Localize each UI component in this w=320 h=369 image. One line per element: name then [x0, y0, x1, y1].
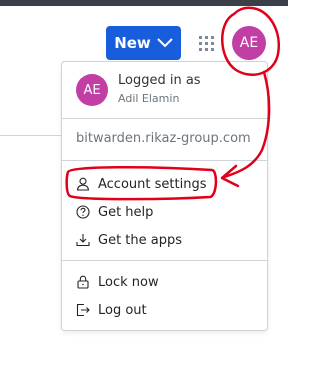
- get-help-label: Get help: [98, 204, 154, 220]
- person-icon: [76, 177, 90, 191]
- top-bar: [0, 0, 288, 6]
- logged-in-label: Logged in as: [118, 73, 201, 88]
- sign-out-icon: [76, 303, 90, 317]
- lock-icon: [77, 275, 89, 289]
- chevron-down-icon: [157, 38, 173, 48]
- get-the-apps-item[interactable]: Get the apps: [76, 229, 182, 251]
- server-url: bitwarden.rikaz-group.com: [76, 131, 251, 146]
- lock-now-label: Lock now: [98, 274, 159, 290]
- account-settings-item[interactable]: Account settings: [76, 173, 206, 195]
- menu-divider: [62, 260, 267, 261]
- lock-now-item[interactable]: Lock now: [76, 271, 159, 293]
- product-switcher-icon[interactable]: [199, 36, 215, 52]
- background-divider: [0, 135, 62, 136]
- log-out-item[interactable]: Log out: [76, 299, 147, 321]
- new-button[interactable]: New: [106, 26, 181, 60]
- menu-divider: [62, 160, 267, 161]
- get-help-item[interactable]: Get help: [76, 201, 153, 223]
- download-icon: [76, 234, 90, 247]
- get-the-apps-label: Get the apps: [98, 232, 183, 248]
- menu-divider: [62, 118, 267, 119]
- user-name: Adil Elamin: [118, 92, 180, 105]
- account-settings-label: Account settings: [98, 176, 207, 192]
- new-button-label: New: [114, 34, 151, 52]
- account-dropdown-menu: AE Logged in as Adil Elamin bitwarden.ri…: [61, 61, 268, 331]
- log-out-label: Log out: [98, 302, 147, 318]
- account-avatar-button[interactable]: AE: [232, 26, 266, 60]
- avatar: AE: [76, 74, 108, 106]
- question-circle-icon: [76, 205, 90, 219]
